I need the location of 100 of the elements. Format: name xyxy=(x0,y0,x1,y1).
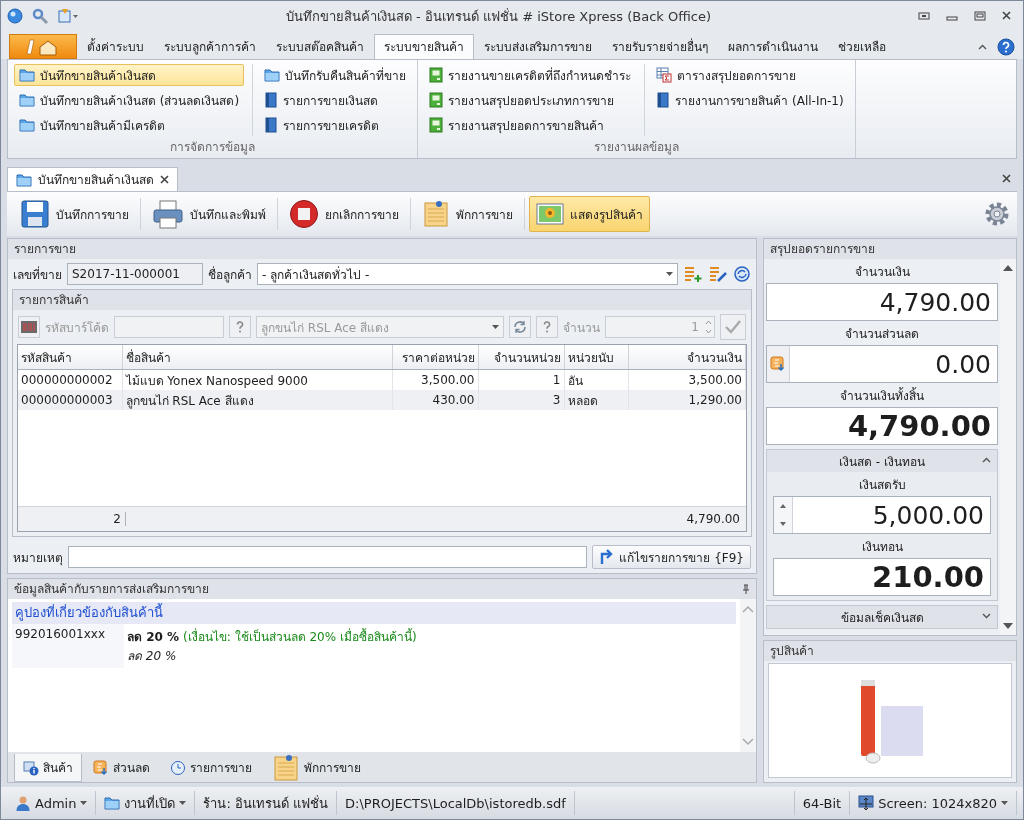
help-icon xyxy=(543,321,551,333)
sale-number-field[interactable]: S2017-11-000001 xyxy=(67,263,203,285)
notepad-icon xyxy=(272,753,300,782)
toolbar-button[interactable]: บันทึกการขาย xyxy=(13,196,136,232)
refresh-icon[interactable] xyxy=(733,265,751,283)
status-text: 64-Bit xyxy=(794,791,851,815)
stop-icon xyxy=(289,199,319,229)
spin-up-icon[interactable] xyxy=(780,504,786,508)
column-header[interactable]: ชื่อสินค้า xyxy=(122,345,392,370)
panel-tab[interactable]: สินค้า xyxy=(14,754,82,782)
home-icon xyxy=(26,37,60,56)
row-count: 2 xyxy=(18,512,126,526)
toolbar-button[interactable]: แสดงรูปสินค้า xyxy=(529,196,650,232)
column-header[interactable]: หน่วยนับ xyxy=(564,345,628,370)
ribbon-item[interactable]: บันทึกขายสินค้ามีเครดิต xyxy=(14,114,245,136)
ribbon-item[interactable]: รายงานสรุปยอดการขายสินค้า xyxy=(424,114,637,136)
field-label: จำนวนเงินทั้งสิ้น xyxy=(839,386,925,405)
panel-tab[interactable]: รายการขาย xyxy=(161,754,261,782)
ribbon-tab[interactable]: ตั้งค่าระบบ xyxy=(77,34,154,59)
close-document-icon[interactable] xyxy=(1002,174,1011,183)
scroll-down-icon[interactable] xyxy=(1003,623,1013,629)
total-field: 210.00 xyxy=(773,558,991,596)
refresh-icon xyxy=(513,320,527,334)
folder-icon xyxy=(19,93,35,107)
field-label: รหัสบาร์โค้ด xyxy=(45,319,109,337)
ribbon-item[interactable]: บันทึกขายสินค้าเงินสด (ส่วนลดเงินสด) xyxy=(14,89,245,111)
toolbar-button[interactable]: พักการขาย xyxy=(415,196,520,232)
book-icon xyxy=(264,117,279,133)
remark-field[interactable] xyxy=(68,546,588,568)
cash-received-spinner[interactable]: 5,000.00 xyxy=(773,496,991,534)
table-cell: 1,290.00 xyxy=(628,390,746,410)
folder-icon xyxy=(19,68,35,82)
edit-sale-button[interactable]: แก้ไขรายการขาย {F9} xyxy=(592,545,751,569)
dropdown-arrow-icon xyxy=(80,801,88,805)
collapse-icon xyxy=(982,457,991,463)
group-label: รายงานผลข้อมูล xyxy=(592,139,680,156)
ribbon-tab[interactable]: ระบบลูกค้าการค้า xyxy=(154,34,266,59)
panel-title: สรุปยอดรายการขาย xyxy=(764,239,1016,259)
scrollbar[interactable] xyxy=(1000,259,1016,635)
status-menu[interactable]: งานที่เปิด xyxy=(96,791,196,815)
group-header[interactable]: เงินสด - เงินทอน xyxy=(767,450,997,472)
application-menu-button[interactable] xyxy=(9,34,77,59)
ribbon-item[interactable]: รายการขายเงินสด xyxy=(259,89,412,111)
ribbon-tab[interactable]: ระบบส่งเสริมการขาย xyxy=(474,34,602,59)
ribbon-item[interactable]: รายการขายเครดิต xyxy=(259,114,412,136)
edit-list-icon[interactable] xyxy=(708,265,728,283)
ribbon-item[interactable]: บันทึกรับคืนสินค้าที่ขาย xyxy=(259,64,412,86)
status-menu[interactable]: Screen: 1024x820 xyxy=(850,791,1017,815)
discount-field[interactable]: 0.00 xyxy=(766,345,998,383)
ribbon-item[interactable]: รายงานขายเครดิตที่ถึงกำหนดชำระ xyxy=(424,64,637,86)
ribbon-tab[interactable]: ช่วยเหลือ xyxy=(828,34,896,59)
maximize-icon[interactable] xyxy=(974,11,986,21)
ribbon-tab[interactable]: ระบบขายสินค้า xyxy=(374,34,474,59)
panel-tab[interactable]: พักการขาย xyxy=(263,754,370,782)
table-cell: 3 xyxy=(478,390,564,410)
toolbar-button[interactable]: ยกเลิกการขาย xyxy=(282,196,406,232)
ribbon-tab[interactable]: ผลการดำเนินงาน xyxy=(718,34,828,59)
column-header[interactable]: จำนวนเงิน xyxy=(628,345,746,370)
spin-down-icon[interactable] xyxy=(780,522,786,526)
book-icon xyxy=(264,92,279,108)
group-header[interactable]: ข้อมลเช็คเงินสด xyxy=(767,606,997,628)
coupon-discount: ลด 20 % xyxy=(127,629,180,646)
document-tab[interactable]: บันทึกขายสินค้าเงินสด xyxy=(7,167,178,191)
help-icon xyxy=(236,321,244,333)
column-header[interactable]: จำนวนหน่วย xyxy=(478,345,564,370)
help-button[interactable] xyxy=(229,316,251,338)
close-tab-icon[interactable] xyxy=(160,175,169,184)
status-menu[interactable]: Admin xyxy=(7,791,97,815)
refresh-button[interactable] xyxy=(509,316,531,338)
coupon-condition: (เงื่อนไข: ใช้เป็นส่วนลด 20% เมื่อซื้อสินค้านี้) xyxy=(183,627,417,646)
panel-title: รายการสินค้า xyxy=(13,290,751,310)
ribbon-item[interactable]: ตารางสรุปยอดการขาย xyxy=(651,64,849,86)
column-header[interactable]: ราคาต่อหน่วย xyxy=(392,345,478,370)
ribbon-item[interactable]: รายงานสรุปยอดประเภทการขาย xyxy=(424,89,637,111)
column-header[interactable]: รหัสสินค้า xyxy=(18,345,122,370)
field-label: เงินสดรับ xyxy=(857,477,907,494)
panel-title: รายการขาย xyxy=(8,239,756,259)
ribbon-item[interactable]: บันทึกขายสินค้าเงินสด xyxy=(14,64,245,86)
scroll-up-icon[interactable] xyxy=(1003,265,1013,271)
add-list-icon[interactable] xyxy=(683,265,703,283)
app-icon[interactable] xyxy=(7,8,23,24)
close-icon[interactable] xyxy=(1002,11,1011,20)
window-title: บันทึกขายสินค้าเงินสด - อินเทรนด์ แฟชั่น # iStore Xpress (Back Office) xyxy=(285,7,712,26)
settings-icon[interactable] xyxy=(983,200,1011,228)
toolbar-button[interactable]: บันทึกและพิมพ์ xyxy=(145,196,273,232)
panel-tab[interactable]: ส่วนลด xyxy=(84,754,159,782)
ribbon-tab[interactable]: ระบบสต๊อคสินค้า xyxy=(266,34,374,59)
collapse-icon[interactable] xyxy=(978,43,987,50)
field-label: จำนวนส่วนลด xyxy=(844,326,920,343)
coupon-note: ลด 20 % xyxy=(127,648,178,665)
help-button[interactable] xyxy=(536,316,558,338)
fullscreen-icon[interactable] xyxy=(918,11,930,21)
pin-icon[interactable] xyxy=(742,584,750,594)
help-icon[interactable] xyxy=(997,37,1015,56)
monitor-icon xyxy=(858,795,875,811)
ribbon-tab[interactable]: รายรับรายจ่ายอื่นๆ xyxy=(602,34,718,59)
customer-combo[interactable]: - ลูกค้าเงินสดทั่วไป - xyxy=(257,263,678,285)
group-label: การจัดการข้อมูล xyxy=(169,139,257,156)
ribbon-item[interactable]: รายงานการขายสินค้า (All-In-1) xyxy=(651,89,849,111)
barcode-button[interactable] xyxy=(18,316,40,338)
